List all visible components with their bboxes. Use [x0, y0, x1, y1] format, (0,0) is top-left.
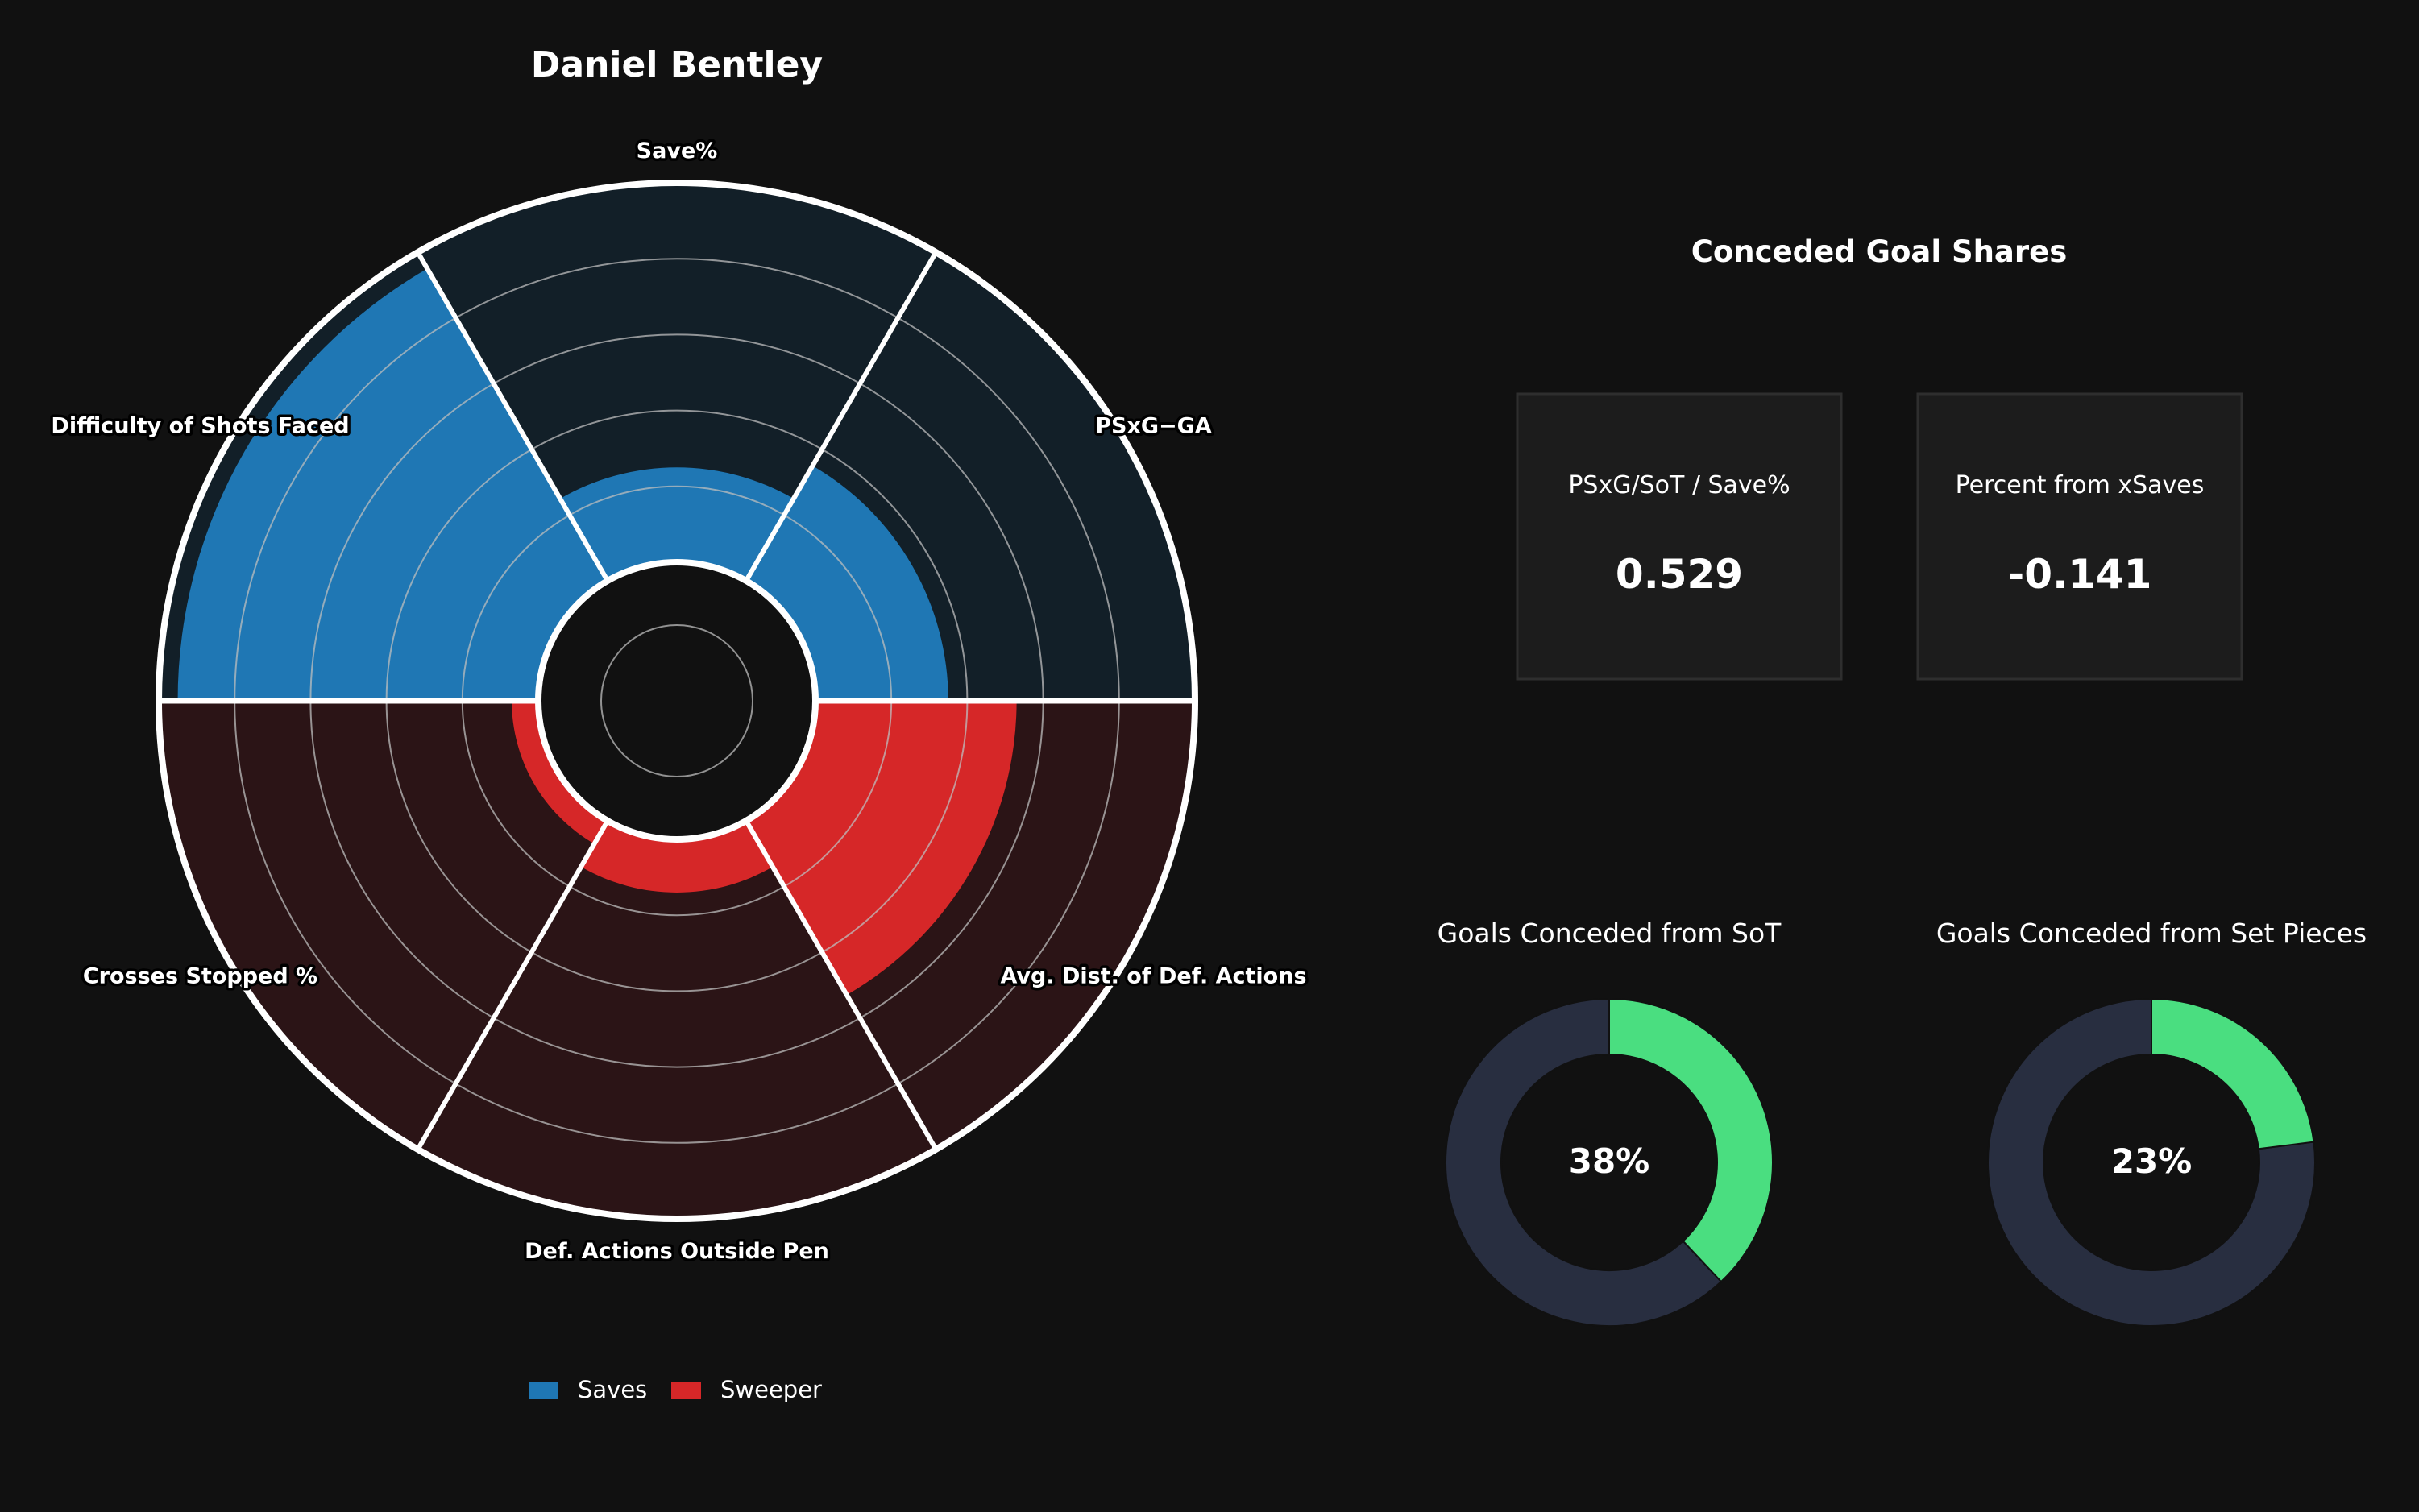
stat-card-psxg-sot: PSxG/SoT / Save% 0.529	[1516, 392, 1843, 681]
legend-label-sweeper: Sweeper	[720, 1376, 822, 1403]
donut-segment-set-pieces	[2151, 997, 2315, 1150]
stat-card-label: Percent from xSaves	[1956, 471, 2205, 499]
polar-label-avg-dist-of-def-actions: Avg. Dist. of Def. Actions	[1000, 964, 1306, 989]
chart-title: Daniel Bentley	[531, 44, 823, 85]
stat-card-value: 0.529	[1616, 551, 1743, 598]
legend-label-saves: Saves	[578, 1376, 647, 1403]
donut-title: Goals Conceded from Set Pieces	[1936, 918, 2367, 949]
goal-shares-title: Conceded Goal Shares	[1691, 234, 2068, 269]
stat-card-value: -0.141	[2008, 551, 2152, 598]
donut-center-label: 23%	[2111, 1141, 2193, 1181]
dashboard-canvas: Daniel Bentley Save% PSxG−GA Avg. Dist. of…	[48, 44, 2367, 1403]
stat-card-label: PSxG/SoT / Save%	[1568, 471, 1790, 499]
polar-hub	[535, 559, 819, 843]
donut-segment-sot	[1608, 997, 1774, 1283]
polar-chart	[156, 180, 1198, 1222]
polar-label-save: Save%	[637, 139, 718, 164]
legend-swatch-saves	[529, 1382, 558, 1399]
donut-set-pieces: Goals Conceded from Set Pieces 23%	[1936, 918, 2367, 1327]
stat-card-xsaves: Percent from xSaves -0.141	[1916, 392, 2243, 681]
polar-label-difficulty-of-shots-faced: Difficulty of Shots Faced	[51, 414, 349, 439]
legend: Saves Sweeper	[529, 1376, 822, 1403]
legend-swatch-sweeper	[671, 1382, 701, 1399]
polar-label-psxg-ga: PSxG−GA	[1095, 414, 1212, 439]
donut-center-label: 38%	[1569, 1141, 1650, 1181]
polar-label-crosses-stopped: Crosses Stopped %	[83, 964, 317, 989]
donut-title: Goals Conceded from SoT	[1438, 918, 1782, 949]
donut-sot: Goals Conceded from SoT 38%	[1438, 918, 1782, 1327]
polar-label-def-actions-outside-pen: Def. Actions Outside Pen	[525, 1239, 829, 1264]
